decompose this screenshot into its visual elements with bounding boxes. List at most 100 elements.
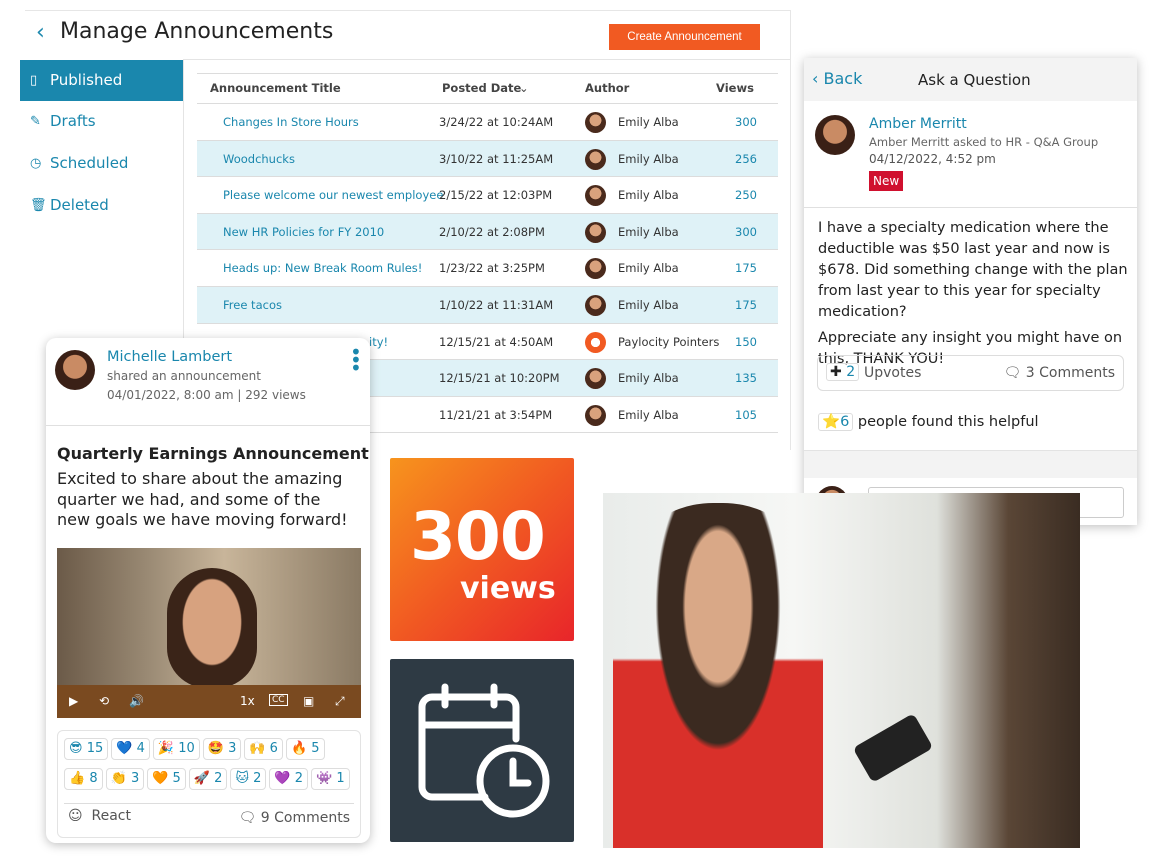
announcement-title-link[interactable]: Please welcome our newest employee bbox=[223, 177, 443, 213]
views-count[interactable]: 175 bbox=[735, 287, 757, 323]
reaction-chip[interactable]: 😎 15 bbox=[64, 738, 109, 760]
comments-link[interactable]: 🗨 3 Comments bbox=[1004, 365, 1115, 381]
author-name: Emily Alba bbox=[618, 407, 679, 422]
announcement-post-card: Michelle Lambert shared an announcement … bbox=[46, 338, 370, 843]
views-count[interactable]: 300 bbox=[735, 104, 757, 140]
column-header-views[interactable]: Views bbox=[716, 73, 754, 103]
posted-date: 11/21/21 at 3:54PM bbox=[439, 407, 553, 422]
views-count[interactable]: 175 bbox=[735, 250, 757, 286]
reaction-count: 2 bbox=[253, 771, 262, 786]
reaction-chip[interactable]: 🐱 2 bbox=[230, 768, 267, 790]
reaction-chip[interactable]: 👾 1 bbox=[311, 768, 350, 790]
announcement-title-link[interactable]: ity! bbox=[369, 324, 388, 360]
divider bbox=[46, 425, 370, 426]
table-row[interactable]: Free tacos 1/10/22 at 11:31AM Emily Alba… bbox=[197, 286, 778, 323]
sidebar-item-scheduled[interactable]: ◷ Scheduled bbox=[20, 143, 183, 184]
sidebar-item-published[interactable]: ▯ Published bbox=[20, 60, 183, 101]
react-button[interactable]: ☺ React bbox=[68, 808, 131, 824]
reaction-chip[interactable]: 🔥 5 bbox=[285, 738, 325, 760]
reaction-chip[interactable]: 👏 3 bbox=[105, 768, 145, 790]
reaction-chip[interactable]: 🧡 5 bbox=[147, 768, 186, 790]
divider-band bbox=[804, 450, 1137, 478]
table-row[interactable]: Changes In Store Hours 3/24/22 at 10:24A… bbox=[197, 103, 778, 140]
announcement-title-link[interactable]: Woodchucks bbox=[223, 141, 295, 177]
emoji-icon: 🐱 bbox=[235, 771, 249, 786]
emoji-icon: 🙌 bbox=[249, 741, 266, 756]
table-row[interactable]: Woodchucks 3/10/22 at 11:25AM Emily Alba… bbox=[197, 139, 778, 177]
video-thumbnail bbox=[167, 568, 257, 688]
author-name: Emily Alba bbox=[618, 188, 679, 203]
volume-icon[interactable]: 🔊 bbox=[129, 694, 144, 708]
reaction-chip[interactable]: 💙 4 bbox=[111, 738, 150, 760]
posted-date: 12/15/21 at 10:20PM bbox=[439, 371, 560, 386]
sort-chevron-down-icon[interactable]: ⌄ bbox=[519, 73, 529, 103]
asker-name[interactable]: Amber Merritt bbox=[869, 116, 967, 132]
views-count[interactable]: 250 bbox=[735, 177, 757, 213]
smiley-icon: ☺ bbox=[68, 808, 88, 824]
play-icon[interactable]: ▶ bbox=[69, 694, 78, 708]
upvote-button[interactable]: ✚ 2 bbox=[826, 363, 860, 381]
divider bbox=[804, 207, 1137, 208]
posted-date: 1/23/22 at 3:25PM bbox=[439, 261, 545, 276]
reaction-count: 1 bbox=[336, 771, 345, 786]
views-count[interactable]: 300 bbox=[735, 214, 757, 250]
book-icon: ▯ bbox=[30, 73, 38, 88]
announcement-title-link[interactable]: Changes In Store Hours bbox=[223, 104, 359, 140]
announcement-title-link[interactable]: New HR Policies for FY 2010 bbox=[223, 214, 384, 250]
replay-icon[interactable]: ⟲ bbox=[99, 694, 109, 708]
post-subtitle: shared an announcement bbox=[107, 369, 261, 383]
divider bbox=[183, 60, 184, 350]
column-header-date[interactable]: Posted Date bbox=[442, 73, 521, 103]
fullscreen-icon[interactable]: ⤢ bbox=[335, 694, 345, 709]
table-row[interactable]: New HR Policies for FY 2010 2/10/22 at 2… bbox=[197, 212, 778, 250]
pip-icon[interactable]: ▣ bbox=[303, 694, 314, 708]
back-button[interactable]: ‹ Back bbox=[812, 69, 862, 88]
sidebar-item-label: Published bbox=[50, 71, 123, 89]
reaction-count: 4 bbox=[136, 741, 145, 756]
views-count[interactable]: 150 bbox=[735, 324, 757, 360]
reaction-chip[interactable]: 🙌 6 bbox=[244, 738, 283, 760]
announcement-title-link[interactable]: Free tacos bbox=[223, 287, 282, 323]
video-player[interactable]: ▶ ⟲ 🔊 1x CC ▣ ⤢ bbox=[57, 548, 361, 718]
sidebar-item-drafts[interactable]: ✎ Drafts bbox=[20, 101, 183, 142]
page-title: Manage Announcements bbox=[60, 19, 334, 44]
sidebar-item-deleted[interactable]: 🗑 Deleted bbox=[20, 185, 183, 226]
comments-label: 9 Comments bbox=[260, 810, 350, 826]
speed-button[interactable]: 1x bbox=[240, 694, 255, 708]
column-header-author[interactable]: Author bbox=[585, 73, 629, 103]
captions-button[interactable]: CC bbox=[269, 694, 288, 706]
helpful-label: people found this helpful bbox=[857, 414, 1039, 430]
views-count[interactable]: 256 bbox=[735, 141, 757, 177]
views-tile: 300 views bbox=[390, 458, 574, 641]
views-count[interactable]: 135 bbox=[735, 360, 757, 396]
table-row[interactable]: Please welcome our newest employee 2/15/… bbox=[197, 176, 778, 213]
back-chevron-icon[interactable]: ‹ bbox=[36, 20, 45, 45]
reaction-count: 5 bbox=[172, 771, 181, 786]
author-avatar bbox=[585, 185, 606, 207]
author-avatar bbox=[585, 295, 606, 316]
new-badge: New bbox=[869, 171, 904, 191]
announcement-title-link[interactable]: Heads up: New Break Room Rules! bbox=[223, 250, 422, 286]
divider bbox=[64, 803, 354, 804]
author-avatar bbox=[585, 368, 606, 390]
reaction-chip[interactable]: 🎉 10 bbox=[152, 738, 200, 760]
helpful-button[interactable]: ⭐6 bbox=[818, 413, 854, 431]
column-header-title[interactable]: Announcement Title bbox=[210, 73, 341, 103]
helpful-row: ⭐6 people found this helpful bbox=[818, 413, 1039, 431]
views-count[interactable]: 105 bbox=[735, 397, 757, 433]
pencil-icon: ✎ bbox=[30, 114, 41, 129]
question-title: Ask a Question bbox=[918, 71, 1031, 89]
author-name: Emily Alba bbox=[618, 115, 679, 129]
calendar-clock-icon: ◷ bbox=[30, 156, 42, 171]
more-options-icon[interactable]: • • • bbox=[350, 342, 362, 378]
emoji-icon: 👾 bbox=[316, 771, 333, 786]
reaction-chip[interactable]: 🚀 2 bbox=[188, 768, 228, 790]
reaction-chip[interactable]: 🤩 3 bbox=[202, 738, 242, 760]
table-row[interactable]: Heads up: New Break Room Rules! 1/23/22 … bbox=[197, 249, 778, 286]
create-announcement-button[interactable]: Create Announcement bbox=[609, 24, 760, 50]
reaction-chip[interactable]: 👍 8 bbox=[64, 768, 103, 790]
poster-name[interactable]: Michelle Lambert bbox=[107, 349, 232, 365]
author-name: Emily Alba bbox=[618, 371, 679, 386]
comments-link[interactable]: 🗨 9 Comments bbox=[239, 810, 350, 826]
reaction-chip[interactable]: 💜 2 bbox=[269, 768, 309, 790]
